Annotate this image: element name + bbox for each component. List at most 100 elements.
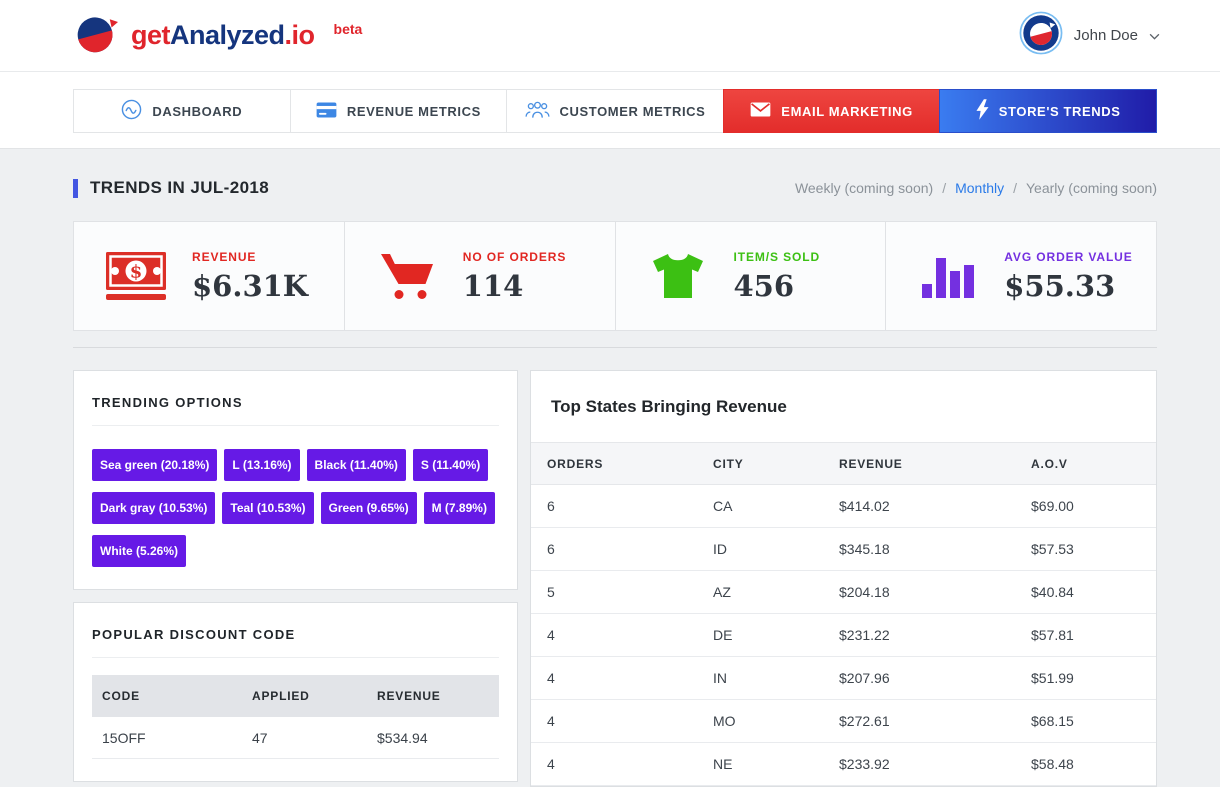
tab-customer-metrics[interactable]: CUSTOMER METRICS xyxy=(506,89,724,133)
user-name: John Doe xyxy=(1073,27,1138,44)
page-title-text: TRENDS IN JUL-2018 xyxy=(90,178,270,197)
separator: / xyxy=(942,180,947,196)
trend-tag: M (7.89%) xyxy=(423,492,495,524)
trend-tag: Sea green (20.18%) xyxy=(92,449,218,481)
cell-revenue: $534.94 xyxy=(377,729,428,746)
cell-city: IN xyxy=(713,670,727,686)
cell-aov: $57.81 xyxy=(1031,627,1074,643)
divider xyxy=(92,425,499,426)
tab-label: CUSTOMER METRICS xyxy=(559,103,706,119)
credit-card-icon xyxy=(316,101,337,121)
users-icon xyxy=(524,100,550,122)
column-header: REVENUE xyxy=(377,689,441,703)
bird-logo-icon xyxy=(73,11,119,60)
trend-tag: S (11.40%) xyxy=(412,449,489,481)
cell-aov: $57.53 xyxy=(1031,541,1074,557)
cell-aov: $68.15 xyxy=(1031,713,1074,729)
cell-code: 15OFF xyxy=(102,729,146,746)
table-body: 15OFF 47 $534.94 xyxy=(92,717,499,759)
cell-orders: 6 xyxy=(547,498,555,514)
table-header-row: ORDERS CITY REVENUE A.O.V xyxy=(531,443,1156,485)
svg-text:$: $ xyxy=(130,262,143,283)
brand-main: Analyzed xyxy=(170,20,285,50)
cell-aov: $69.00 xyxy=(1031,498,1074,514)
trend-tag: Teal (10.53%) xyxy=(222,492,314,524)
right-column: Top States Bringing Revenue ORDERS CITY … xyxy=(530,370,1157,787)
dashboard-columns: TRENDING OPTIONS Sea green (20.18%) L (1… xyxy=(73,370,1157,787)
cell-orders: 4 xyxy=(547,670,555,686)
cell-revenue: $272.61 xyxy=(839,713,890,729)
discount-table: CODE APPLIED REVENUE 15OFF 47 $534.94 xyxy=(92,675,499,759)
table-row: 5 AZ $204.18 $40.84 xyxy=(531,571,1156,614)
tab-email-marketing[interactable]: EMAIL MARKETING xyxy=(722,89,941,133)
cell-city: AZ xyxy=(713,584,731,600)
cell-revenue: $233.92 xyxy=(839,756,890,772)
column-header: ORDERS xyxy=(547,456,604,471)
envelope-icon xyxy=(750,102,771,120)
cell-revenue: $231.22 xyxy=(839,627,890,643)
cell-city: MO xyxy=(713,713,736,729)
metric-card-aov: AVG ORDER VALUE $55.33 xyxy=(885,221,1157,331)
period-yearly: Yearly (coming soon) xyxy=(1026,180,1157,196)
column-header: APPLIED xyxy=(252,689,310,703)
left-column: TRENDING OPTIONS Sea green (20.18%) L (1… xyxy=(73,370,518,782)
cell-orders: 4 xyxy=(547,713,555,729)
cell-revenue: $204.18 xyxy=(839,584,890,600)
cell-revenue: $207.96 xyxy=(839,670,890,686)
cell-orders: 5 xyxy=(547,584,555,600)
metric-value: $6.31K xyxy=(192,268,309,303)
nav-tabs: DASHBOARD REVENUE METRICS CUSTOMER METRI… xyxy=(73,89,1157,133)
app-header: get Analyzed .io beta John Doe xyxy=(0,0,1220,72)
money-bill-icon: $ xyxy=(104,252,168,300)
shopping-cart-icon xyxy=(375,252,439,300)
user-menu[interactable]: John Doe xyxy=(1019,11,1160,60)
cell-aov: $58.48 xyxy=(1031,756,1074,772)
trending-options-panel: TRENDING OPTIONS Sea green (20.18%) L (1… xyxy=(73,370,518,590)
brand-name: get Analyzed .io xyxy=(131,20,315,51)
tab-dashboard[interactable]: DASHBOARD xyxy=(73,89,291,133)
table-row: 4 NE $233.92 $58.48 xyxy=(531,743,1156,786)
brand-prefix: get xyxy=(131,20,171,50)
metric-info: REVENUE $6.31K xyxy=(192,250,308,303)
metric-card-revenue: $ REVENUE $6.31K xyxy=(73,221,345,331)
separator: / xyxy=(1013,180,1017,196)
discount-code-panel: POPULAR DISCOUNT CODE CODE APPLIED REVEN… xyxy=(73,602,518,782)
nav-bar: DASHBOARD REVENUE METRICS CUSTOMER METRI… xyxy=(0,72,1220,149)
trending-tags: Sea green (20.18%) L (13.16%) Black (11.… xyxy=(92,449,499,567)
pulse-circle-icon xyxy=(121,99,142,123)
tab-stores-trends[interactable]: STORE'S TRENDS xyxy=(939,89,1157,133)
metric-value: 114 xyxy=(462,268,524,303)
cell-orders: 4 xyxy=(547,627,555,643)
cell-aov: $51.99 xyxy=(1031,670,1074,686)
tab-label: DASHBOARD xyxy=(152,103,243,119)
title-accent-bar xyxy=(73,178,78,198)
panel-title: TRENDING OPTIONS xyxy=(92,395,243,410)
period-weekly: Weekly (coming soon) xyxy=(794,180,934,196)
table-row: 15OFF 47 $534.94 xyxy=(92,717,499,759)
tab-revenue-metrics[interactable]: REVENUE METRICS xyxy=(289,89,508,133)
cell-city: ID xyxy=(713,541,727,557)
brand-logo[interactable]: get Analyzed .io beta xyxy=(73,11,362,60)
table-row: 6 CA $414.02 $69.00 xyxy=(531,485,1156,528)
chevron-down-icon xyxy=(1149,27,1160,45)
panel-title: POPULAR DISCOUNT CODE xyxy=(92,627,296,642)
brand-tld: .io xyxy=(284,20,316,50)
lightning-icon xyxy=(976,99,989,123)
metric-value: 456 xyxy=(733,268,795,303)
main-content: TRENDS IN JUL-2018 Weekly (coming soon) … xyxy=(0,178,1220,787)
table-header-row: CODE APPLIED REVENUE xyxy=(92,675,499,717)
trend-tag: Black (11.40%) xyxy=(306,449,406,481)
cell-applied: 47 xyxy=(252,729,268,746)
period-monthly[interactable]: Monthly xyxy=(955,180,1004,196)
trend-tag: Dark gray (10.53%) xyxy=(92,492,216,524)
beta-badge: beta xyxy=(333,20,363,37)
cell-orders: 6 xyxy=(547,541,555,557)
cell-city: CA xyxy=(713,498,733,514)
tab-label: EMAIL MARKETING xyxy=(781,103,913,119)
metric-value: $55.33 xyxy=(1004,268,1116,303)
table-row: 4 IN $207.96 $51.99 xyxy=(531,657,1156,700)
column-header: REVENUE xyxy=(839,456,903,471)
column-header: CITY xyxy=(713,456,744,471)
metric-label: REVENUE xyxy=(192,249,257,264)
metric-info: NO OF ORDERS 114 xyxy=(463,250,566,303)
